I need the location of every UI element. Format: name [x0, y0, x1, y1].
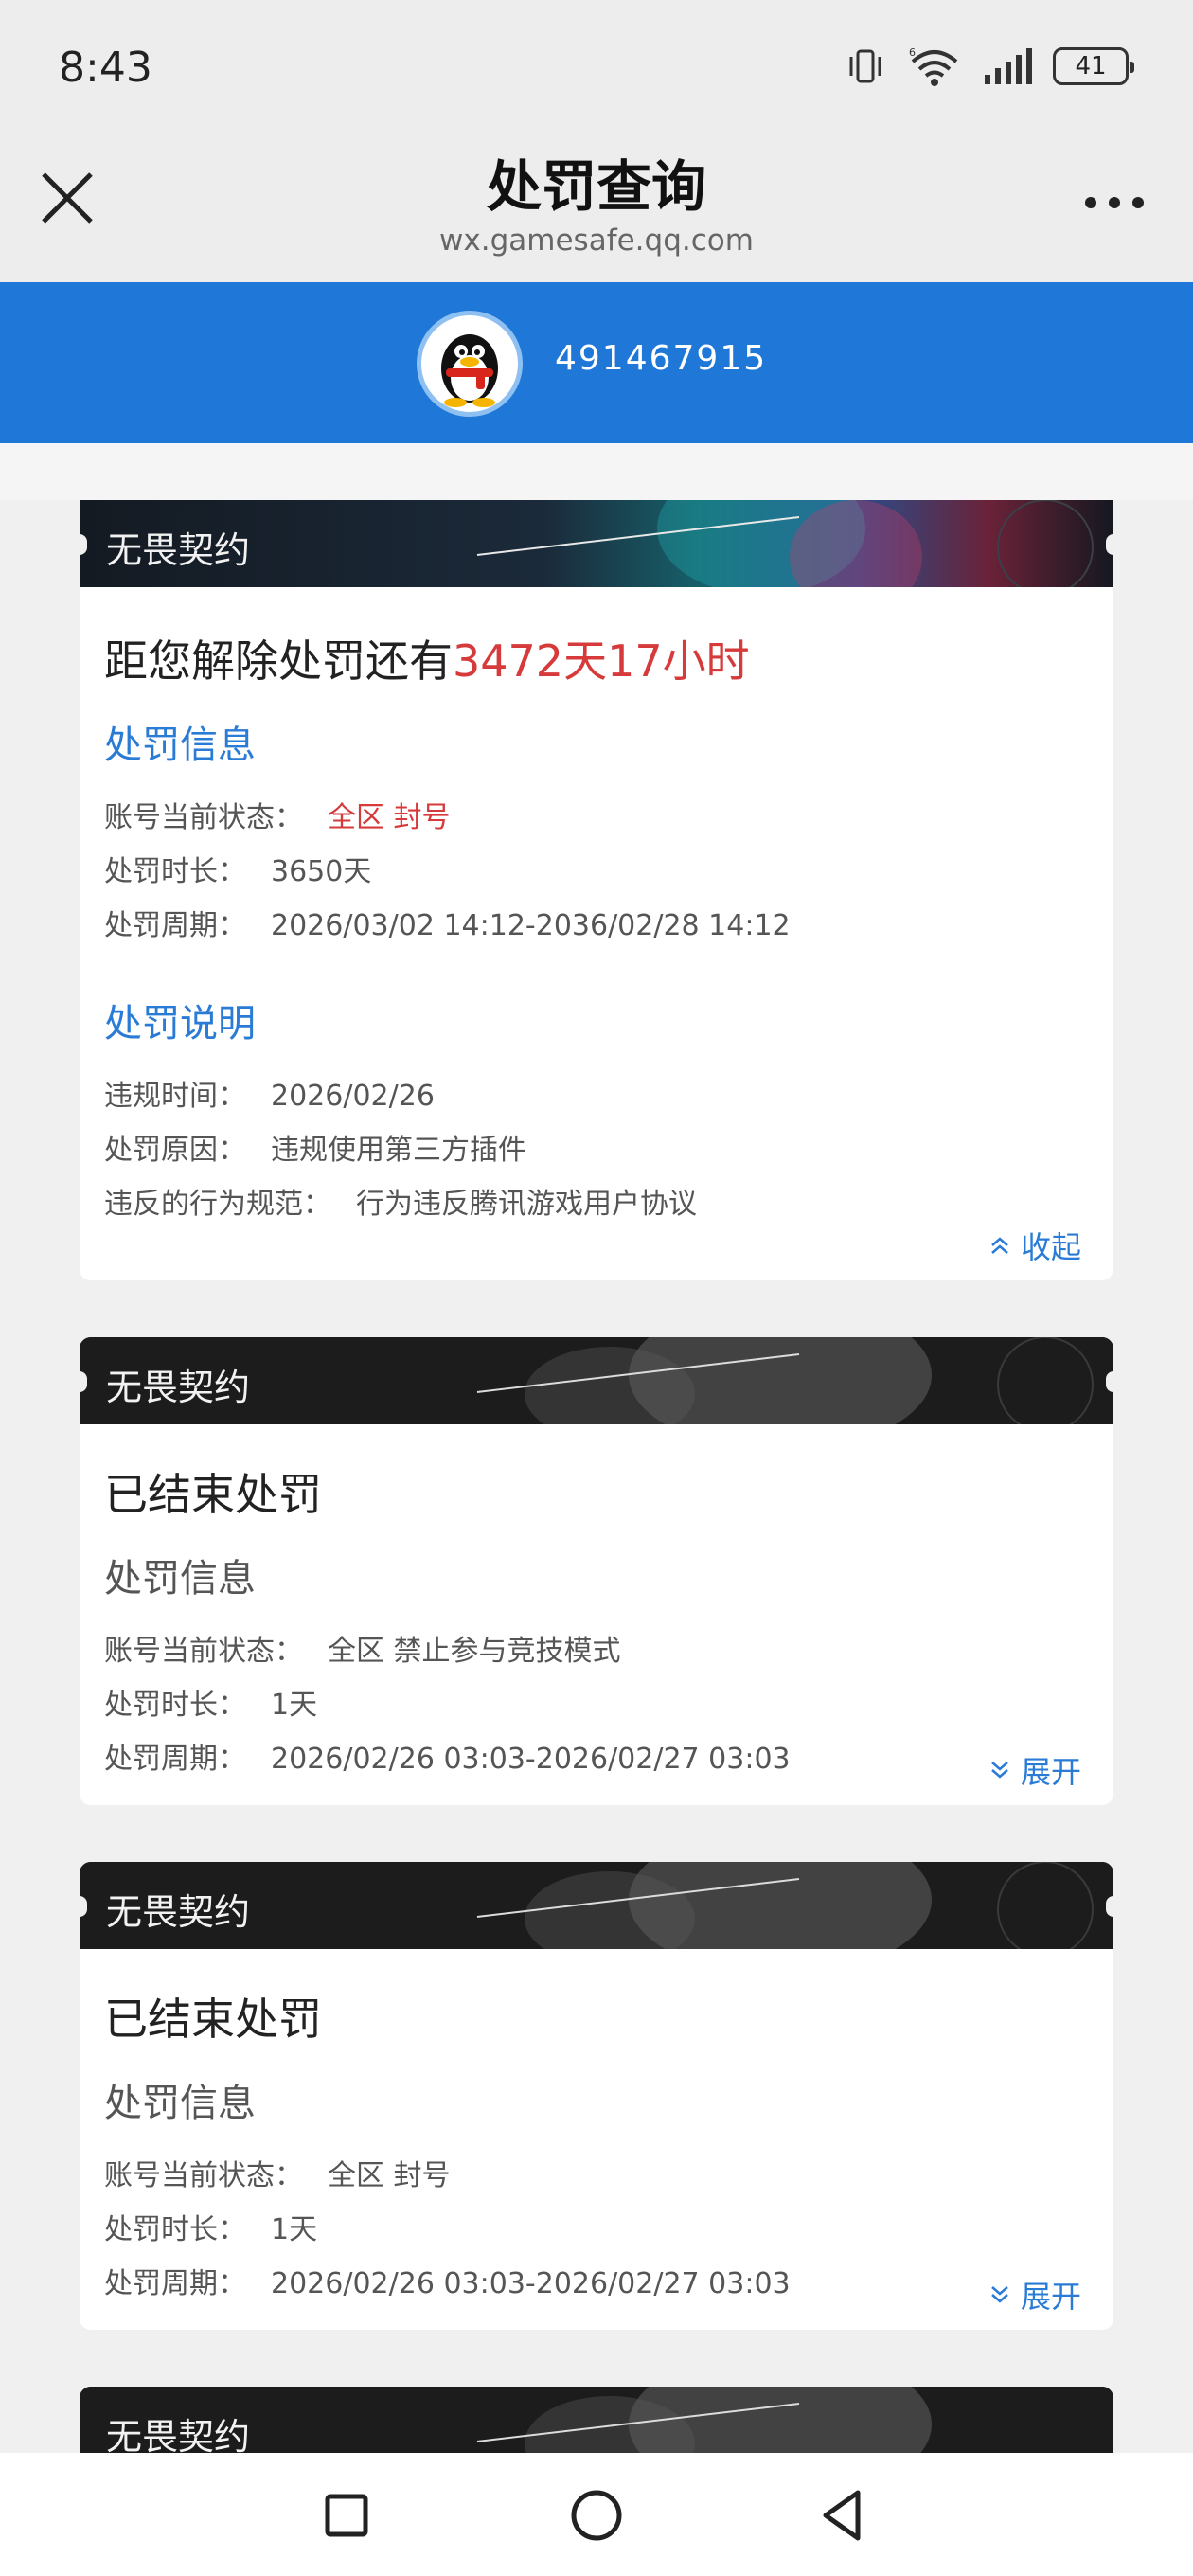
- card-game-title: 无畏契约: [106, 529, 251, 571]
- penalty-period-label: 处罚周期：: [104, 2267, 246, 2300]
- penalty-duration-label: 处罚时长：: [104, 2213, 246, 2246]
- penalty-duration-value: 1天: [271, 2213, 318, 2246]
- qq-number: 491467915: [555, 339, 768, 378]
- title-bar: 处罚查询 wx.gamesafe.qq.com: [0, 142, 1193, 282]
- svg-text:6: 6: [909, 46, 916, 59]
- circle-nav-icon[interactable]: [568, 2487, 625, 2544]
- account-status-value: 全区 封号: [328, 2159, 451, 2192]
- page-url: wx.gamesafe.qq.com: [439, 224, 754, 258]
- countdown-value: 3472天17小时: [453, 635, 750, 687]
- penalty-period-label: 处罚周期：: [104, 909, 246, 942]
- penalty-info-heading: 处罚信息: [104, 1557, 256, 1601]
- expand-label: 展开: [1020, 2279, 1081, 2315]
- penalty-info-heading: 处罚信息: [104, 2082, 256, 2125]
- penalty-duration-row: 处罚时长： 1天: [104, 1681, 317, 1723]
- back-triangle-icon[interactable]: [816, 2487, 873, 2544]
- qq-penguin-icon: [441, 334, 498, 407]
- card-banner: 无畏契约: [80, 1337, 1113, 1424]
- violation-time-row: 违规时间： 2026/02/26: [104, 1072, 435, 1114]
- expand-button[interactable]: 展开: [988, 2273, 1081, 2317]
- collapse-label: 收起: [1020, 1229, 1081, 1265]
- violation-time-label: 违规时间：: [104, 1080, 246, 1113]
- penalty-duration-row: 处罚时长： 3650天: [104, 848, 371, 889]
- expand-label: 展开: [1020, 1754, 1081, 1790]
- account-status-value: 全区 封号: [328, 801, 451, 834]
- system-nav-bar: [0, 2453, 1193, 2576]
- penalty-duration-label: 处罚时长：: [104, 855, 246, 888]
- penalty-duration-value: 1天: [271, 1689, 318, 1722]
- violated-rule-value: 行为违反腾讯游戏用户协议: [356, 1188, 697, 1221]
- penalty-duration-label: 处罚时长：: [104, 1689, 246, 1722]
- penalty-period-row: 处罚周期： 2026/02/26 03:03-2026/02/27 03:03: [104, 1735, 791, 1777]
- account-status-row: 账号当前状态： 全区 禁止参与竞技模式: [104, 1627, 621, 1669]
- penalty-card-partial: 无畏契约: [80, 2387, 1113, 2453]
- status-bar: 8:43 6 41: [0, 0, 1193, 142]
- penalty-explanation-heading: 处罚说明: [104, 1002, 256, 1046]
- penalty-card-ended: 无畏契约 已结束处罚 处罚信息 账号当前状态： 全区 禁止参与竞技模式 处罚时长：…: [80, 1337, 1113, 1805]
- user-header: 491467915: [0, 282, 1193, 443]
- penalty-period-row: 处罚周期： 2026/02/26 03:03-2026/02/27 03:03: [104, 2260, 791, 2301]
- penalty-card-active: 无畏契约 距您解除处罚还有3472天17小时 处罚信息 账号当前状态： 全区 封号…: [80, 500, 1113, 1280]
- account-status-row: 账号当前状态： 全区 封号: [104, 794, 451, 835]
- penalty-reason-label: 处罚原因：: [104, 1134, 246, 1167]
- collapse-button[interactable]: 收起: [988, 1224, 1081, 1267]
- account-status-row: 账号当前状态： 全区 封号: [104, 2152, 451, 2193]
- card-banner: 无畏契约: [80, 1862, 1113, 1949]
- penalty-duration-value: 3650天: [271, 855, 372, 888]
- expand-button[interactable]: 展开: [988, 1748, 1081, 1792]
- penalty-reason-row: 处罚原因： 违规使用第三方插件: [104, 1126, 526, 1168]
- penalty-status-headline: 已结束处罚: [104, 1994, 322, 2045]
- card-banner: 无畏契约: [80, 500, 1113, 587]
- penalty-status-headline: 已结束处罚: [104, 1469, 322, 1520]
- penalty-reason-value: 违规使用第三方插件: [271, 1134, 526, 1167]
- penalty-info-heading: 处罚信息: [104, 724, 256, 767]
- unban-countdown: 距您解除处罚还有3472天17小时: [104, 627, 750, 689]
- vibrate-icon: [849, 49, 881, 83]
- penalty-period-label: 处罚周期：: [104, 1743, 246, 1776]
- account-status-label: 账号当前状态：: [104, 1635, 303, 1668]
- violation-time-value: 2026/02/26: [271, 1080, 435, 1113]
- battery-icon: 41: [1053, 47, 1134, 85]
- chevron-down-icon: [991, 1762, 1008, 1779]
- more-icon[interactable]: [1083, 193, 1146, 212]
- card-game-title: 无畏契约: [106, 1367, 251, 1408]
- penalty-duration-row: 处罚时长： 1天: [104, 2206, 317, 2247]
- card-game-title: 无畏契约: [106, 1891, 251, 1933]
- status-icons: 6 41: [845, 42, 1134, 91]
- penalty-card-ended: 无畏契约 已结束处罚 处罚信息 账号当前状态： 全区 封号 处罚时长： 1天 处罚周…: [80, 1862, 1113, 2330]
- signal-icon: [985, 48, 1032, 84]
- penalty-period-value: 2026/03/02 14:12-2036/02/28 14:12: [271, 909, 791, 942]
- account-status-label: 账号当前状态：: [104, 2159, 303, 2192]
- countdown-prefix: 距您解除处罚还有: [104, 635, 453, 687]
- violated-rule-label: 违反的行为规范：: [104, 1188, 331, 1221]
- account-status-value: 全区 禁止参与竞技模式: [328, 1635, 621, 1668]
- account-status-label: 账号当前状态：: [104, 801, 303, 834]
- square-nav-icon[interactable]: [318, 2487, 375, 2544]
- page-title: 处罚查询: [486, 154, 706, 219]
- violated-rule-row: 违反的行为规范： 行为违反腾讯游戏用户协议: [104, 1180, 697, 1222]
- status-time: 8:43: [59, 44, 152, 92]
- card-banner: 无畏契约: [80, 2387, 1113, 2453]
- penalty-period-row: 处罚周期： 2026/03/02 14:12-2036/02/28 14:12: [104, 902, 791, 943]
- content-top-band: [0, 443, 1193, 500]
- chevron-up-icon: [991, 1237, 1008, 1254]
- wifi-icon: 6: [909, 46, 958, 86]
- penalty-period-value: 2026/02/26 03:03-2026/02/27 03:03: [271, 2267, 791, 2300]
- penalty-period-value: 2026/02/26 03:03-2026/02/27 03:03: [271, 1743, 791, 1776]
- avatar: [417, 311, 523, 417]
- chevron-down-icon: [991, 2286, 1008, 2303]
- card-game-title: 无畏契约: [106, 2416, 251, 2453]
